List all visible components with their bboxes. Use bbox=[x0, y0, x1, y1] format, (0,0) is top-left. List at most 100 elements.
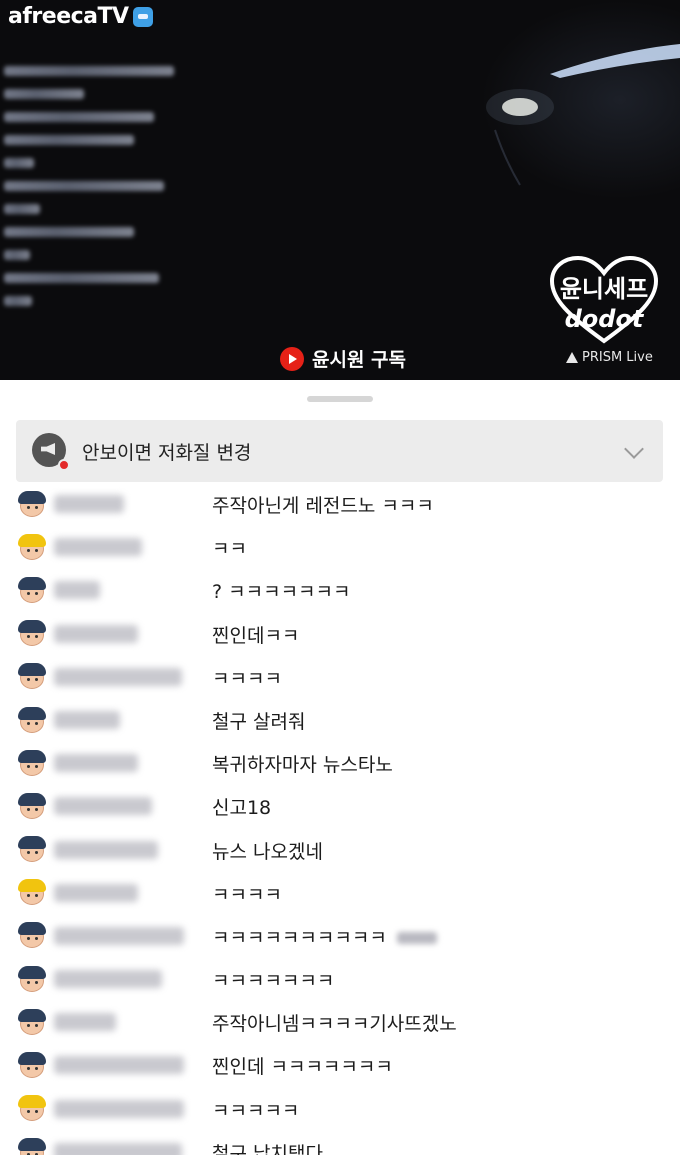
chat-list[interactable]: 주작아닌게 레전드노 ㅋㅋㅋ ㅋㅋ ? ㅋㅋㅋㅋㅋㅋㅋ 찐인데ㅋㅋㅋㅋㅋㅋ 철구 살려줘… bbox=[16, 482, 666, 1155]
avatar-eye bbox=[27, 548, 30, 552]
avatar-hair bbox=[18, 922, 46, 936]
avatar-hair bbox=[18, 490, 46, 504]
avatar-eye bbox=[27, 1023, 30, 1027]
chat-message-row[interactable]: ㅋㅋㅋㅋㅋㅋㅋ bbox=[16, 957, 666, 1000]
avatar-eye bbox=[35, 1023, 38, 1027]
avatar-hair bbox=[18, 1008, 46, 1022]
notice-text: 안보이면 저화질 변경 bbox=[82, 441, 252, 464]
brand-logo-text: afreecaTV bbox=[8, 4, 129, 29]
blurred-nickname[interactable] bbox=[54, 624, 138, 643]
chat-message-row[interactable]: 신고18 bbox=[16, 784, 666, 827]
prism-icon bbox=[566, 352, 578, 363]
avatar-eye bbox=[35, 505, 38, 509]
avatar-eye bbox=[35, 764, 38, 768]
user-avatar-icon[interactable] bbox=[16, 1051, 48, 1079]
notice-banner[interactable]: 안보이면 저화질 변경 bbox=[16, 420, 663, 482]
user-avatar-icon[interactable] bbox=[16, 1094, 48, 1122]
blurred-nickname[interactable] bbox=[54, 883, 138, 902]
blurred-nickname[interactable] bbox=[54, 1056, 184, 1075]
afreecatv-logo: afreecaTV bbox=[8, 4, 153, 29]
subscribe-text: 윤시원 구독 bbox=[312, 349, 407, 371]
chat-message-row[interactable]: ㅋㅋㅋㅋㅋ bbox=[16, 1087, 666, 1130]
avatar-hair bbox=[18, 663, 46, 677]
user-avatar-icon[interactable] bbox=[16, 576, 48, 604]
chat-message-text: 찐인데ㅋㅋ bbox=[212, 624, 300, 647]
blurred-nickname[interactable] bbox=[54, 1099, 184, 1118]
avatar-hair bbox=[18, 1052, 46, 1066]
chat-message-text: 주작아니넴ㅋㅋㅋㅋ기사뜨겠노 bbox=[212, 1013, 457, 1036]
avatar-hair bbox=[18, 706, 46, 720]
blurred-line bbox=[4, 204, 40, 214]
chat-message-row[interactable]: ㅋㅋㅋㅋㅋㅋㅋㅋㅋㅋ bbox=[16, 914, 666, 957]
user-avatar-icon[interactable] bbox=[16, 1008, 48, 1036]
chat-message-row[interactable]: 철구 살려줘 bbox=[16, 698, 666, 741]
avatar-hair bbox=[18, 533, 46, 547]
video-player[interactable]: afreecaTV 윤니세프 dodot PRISM Live 윤시원 구독 bbox=[0, 0, 680, 380]
avatar-eye bbox=[35, 721, 38, 725]
chat-message-row[interactable]: 뉴스 나오겠네 bbox=[16, 828, 666, 871]
avatar-hair bbox=[18, 879, 46, 893]
chat-message-text: 복귀하자마자 뉴스타노 bbox=[212, 754, 393, 777]
chat-message-text: 철구 납치탰다 bbox=[212, 1142, 323, 1155]
watermark-sub: dodot bbox=[564, 305, 644, 333]
user-avatar-icon[interactable] bbox=[16, 921, 48, 949]
chat-message-text: 철구 살려줘 bbox=[212, 710, 306, 733]
chat-message-text: 신고18 bbox=[212, 797, 272, 820]
blurred-line bbox=[4, 273, 159, 283]
chat-message-row[interactable]: ㅋㅋ bbox=[16, 525, 666, 568]
blurred-nickname[interactable] bbox=[54, 538, 142, 557]
blurred-line bbox=[4, 296, 32, 306]
user-avatar-icon[interactable] bbox=[16, 533, 48, 561]
avatar-eye bbox=[27, 807, 30, 811]
chat-message-text: ㅋㅋㅋㅋ bbox=[212, 667, 282, 690]
blurred-nickname[interactable] bbox=[54, 1013, 116, 1032]
chat-message-row[interactable]: 찐인데ㅋㅋ bbox=[16, 612, 666, 655]
youtube-icon bbox=[280, 346, 304, 371]
avatar-eye bbox=[27, 980, 30, 984]
chat-message-row[interactable]: ㅋㅋㅋㅋ bbox=[16, 871, 666, 914]
user-avatar-icon[interactable] bbox=[16, 619, 48, 647]
prism-live-tag: PRISM Live bbox=[566, 350, 653, 365]
drag-handle[interactable] bbox=[307, 396, 373, 402]
user-avatar-icon[interactable] bbox=[16, 1137, 48, 1155]
user-avatar-icon[interactable] bbox=[16, 792, 48, 820]
new-dot-icon bbox=[58, 459, 70, 471]
chat-message-row[interactable]: 찐인데 ㅋㅋㅋㅋㅋㅋㅋ bbox=[16, 1043, 666, 1086]
chat-message-text: ㅋㅋㅋㅋ bbox=[212, 883, 282, 906]
user-avatar-icon[interactable] bbox=[16, 835, 48, 863]
blurred-overlay-chat bbox=[4, 66, 184, 319]
blurred-nickname[interactable] bbox=[54, 495, 124, 513]
blurred-nickname[interactable] bbox=[54, 581, 100, 600]
avatar-hair bbox=[18, 749, 46, 763]
blurred-nickname[interactable] bbox=[54, 970, 162, 989]
user-avatar-icon[interactable] bbox=[16, 706, 48, 734]
subscribe-badge[interactable]: 윤시원 구독 bbox=[280, 345, 406, 372]
chat-message-text: 주작아닌게 레전드노 ㅋㅋㅋ bbox=[212, 495, 434, 517]
chat-message-text: 찐인데 ㅋㅋㅋㅋㅋㅋㅋ bbox=[212, 1056, 393, 1079]
blurred-nickname[interactable] bbox=[54, 710, 120, 729]
chat-message-row[interactable]: ? ㅋㅋㅋㅋㅋㅋㅋ bbox=[16, 568, 666, 611]
chat-message-row[interactable]: ㅋㅋㅋㅋ bbox=[16, 655, 666, 698]
blurred-nickname[interactable] bbox=[54, 797, 152, 816]
chat-message-row[interactable]: 주작아닌게 레전드노 ㅋㅋㅋ bbox=[16, 482, 666, 525]
user-avatar-icon[interactable] bbox=[16, 878, 48, 906]
user-avatar-icon[interactable] bbox=[16, 662, 48, 690]
chat-message-row[interactable]: 복귀하자마자 뉴스타노 bbox=[16, 741, 666, 784]
blurred-line bbox=[4, 112, 154, 122]
blurred-nickname[interactable] bbox=[54, 926, 184, 945]
chat-message-text: ㅋㅋ bbox=[212, 538, 247, 561]
chat-message-row[interactable]: 주작아니넴ㅋㅋㅋㅋ기사뜨겠노 bbox=[16, 1000, 666, 1043]
chevron-down-icon[interactable] bbox=[624, 439, 644, 459]
user-avatar-icon[interactable] bbox=[16, 490, 48, 518]
blurred-nickname[interactable] bbox=[54, 1142, 182, 1155]
blurred-nickname[interactable] bbox=[54, 754, 138, 773]
blurred-nickname[interactable] bbox=[54, 840, 158, 859]
chat-message-row[interactable]: 철구 납치탰다 bbox=[16, 1130, 666, 1155]
chat-message-text: ㅋㅋㅋㅋㅋ bbox=[212, 1099, 300, 1122]
blurred-text bbox=[396, 932, 437, 945]
user-avatar-icon[interactable] bbox=[16, 965, 48, 993]
user-avatar-icon[interactable] bbox=[16, 749, 48, 777]
avatar-eye bbox=[35, 980, 38, 984]
avatar-hair bbox=[18, 620, 46, 634]
blurred-nickname[interactable] bbox=[54, 667, 182, 686]
